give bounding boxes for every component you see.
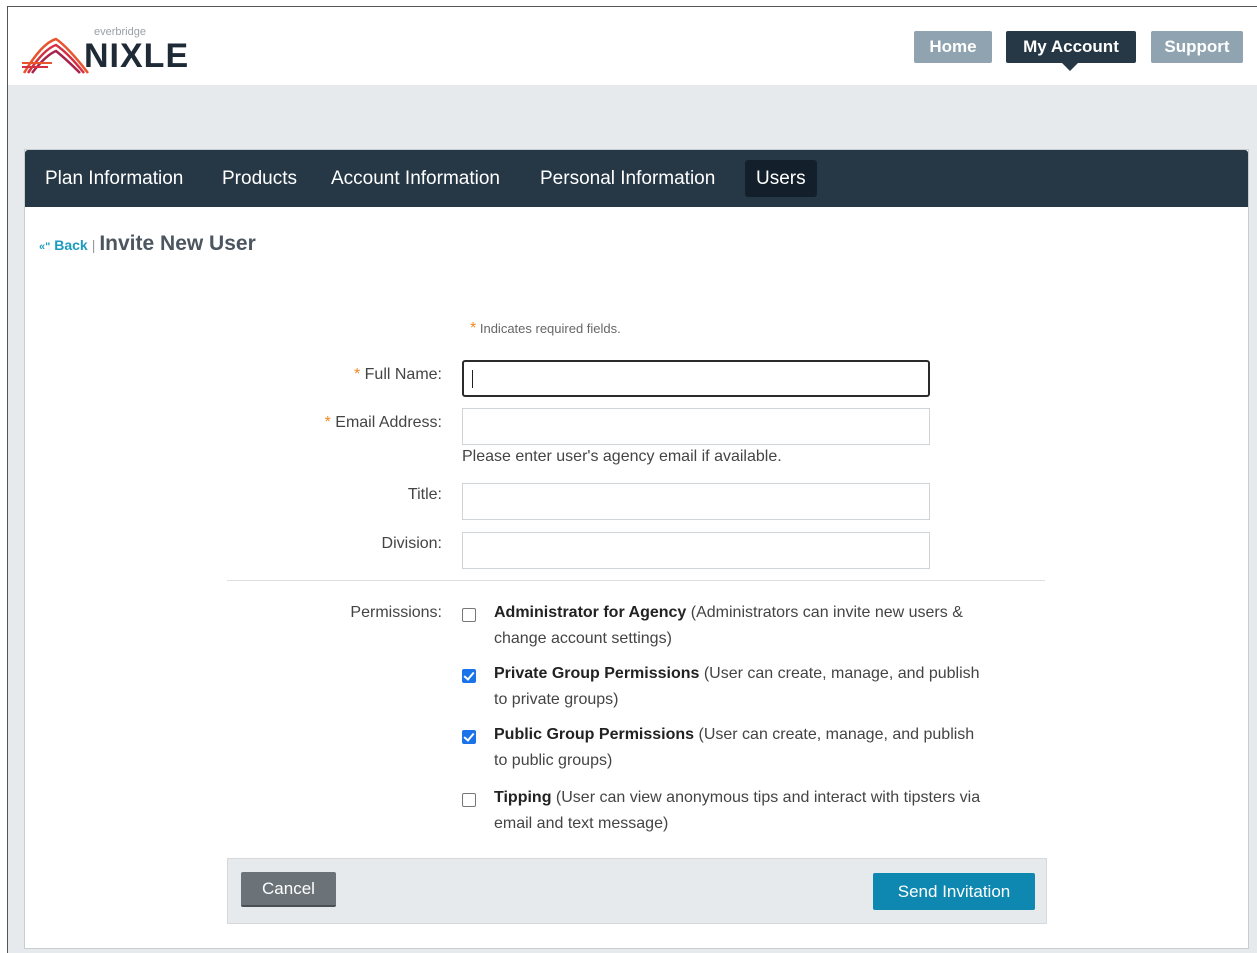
permission-public-desc-2: to public groups) bbox=[494, 752, 613, 769]
permission-admin-desc-1: (Administrators can invite new users & bbox=[686, 604, 963, 621]
private-group-checkbox[interactable] bbox=[462, 669, 476, 683]
required-star-icon: * bbox=[353, 366, 361, 383]
email-hint: Please enter user's agency email if avai… bbox=[462, 448, 782, 465]
my-account-button[interactable]: My Account bbox=[1006, 31, 1136, 71]
full-name-input[interactable] bbox=[462, 360, 930, 397]
permission-admin: Administrator for Agency (Administrators… bbox=[462, 604, 1042, 652]
title-label: Title: bbox=[407, 486, 442, 503]
permission-private-title: Private Group Permissions bbox=[494, 665, 700, 682]
title-input[interactable] bbox=[462, 483, 930, 520]
permission-public-text: Public Group Permissions (User can creat… bbox=[494, 722, 974, 774]
required-note-text: Indicates required fields. bbox=[479, 321, 621, 336]
permission-admin-desc-2: change account settings) bbox=[494, 630, 672, 647]
back-arrow-icon: «" bbox=[39, 241, 51, 253]
tipping-checkbox[interactable] bbox=[462, 793, 476, 807]
app-frame: everbridge NIXLE Home My Account Support… bbox=[7, 6, 1257, 953]
permissions-label: Permissions: bbox=[350, 604, 442, 621]
breadcrumb-separator: | bbox=[91, 237, 96, 253]
tab-personal-information[interactable]: Personal Information bbox=[540, 160, 715, 197]
permission-tipping-title: Tipping bbox=[494, 789, 552, 806]
content-card: Plan Information Products Account Inform… bbox=[24, 149, 1249, 949]
top-bar: everbridge NIXLE Home My Account Support bbox=[8, 7, 1257, 85]
permission-private-desc-1: (User can create, manage, and publish bbox=[699, 665, 980, 682]
tab-bar: Plan Information Products Account Inform… bbox=[25, 150, 1248, 207]
permission-tipping: Tipping (User can view anonymous tips an… bbox=[462, 789, 1042, 837]
permission-public-group: Public Group Permissions (User can creat… bbox=[462, 726, 1042, 774]
logo-mark-icon bbox=[22, 37, 89, 74]
tab-plan-information[interactable]: Plan Information bbox=[45, 160, 183, 197]
send-invitation-button[interactable]: Send Invitation bbox=[873, 873, 1035, 910]
email-label-text: Email Address: bbox=[335, 414, 442, 431]
required-note: * Indicates required fields. bbox=[470, 320, 621, 338]
permission-public-title: Public Group Permissions bbox=[494, 726, 695, 743]
permission-private-text: Private Group Permissions (User can crea… bbox=[494, 661, 980, 713]
back-link[interactable]: «" Back bbox=[39, 237, 88, 253]
back-label: Back bbox=[54, 237, 88, 253]
nixle-logo[interactable]: everbridge NIXLE bbox=[22, 25, 192, 75]
permission-private-group: Private Group Permissions (User can crea… bbox=[462, 665, 1042, 713]
page-title: Invite New User bbox=[99, 232, 256, 255]
breadcrumb: «" Back | Invite New User bbox=[39, 232, 256, 256]
form-footer: Cancel Send Invitation bbox=[227, 858, 1047, 924]
division-label: Division: bbox=[381, 535, 442, 552]
support-button[interactable]: Support bbox=[1151, 31, 1243, 63]
division-input[interactable] bbox=[462, 532, 930, 569]
full-name-label: * Full Name: bbox=[142, 366, 442, 384]
tab-products[interactable]: Products bbox=[222, 160, 297, 197]
admin-checkbox[interactable] bbox=[462, 608, 476, 622]
permission-tipping-desc-1: (User can view anonymous tips and intera… bbox=[551, 789, 981, 806]
tab-account-information[interactable]: Account Information bbox=[331, 160, 500, 197]
permission-tipping-text: Tipping (User can view anonymous tips an… bbox=[494, 785, 980, 837]
permission-tipping-desc-2: email and text message) bbox=[494, 815, 669, 832]
required-star-icon: * bbox=[470, 320, 477, 337]
email-label: * Email Address: bbox=[142, 414, 442, 432]
permission-admin-title: Administrator for Agency bbox=[494, 604, 687, 621]
permission-public-desc-1: (User can create, manage, and publish bbox=[694, 726, 975, 743]
email-input[interactable] bbox=[462, 408, 930, 445]
required-star-icon: * bbox=[324, 414, 331, 431]
divider bbox=[227, 580, 1045, 581]
permission-admin-text: Administrator for Agency (Administrators… bbox=[494, 600, 963, 652]
home-button[interactable]: Home bbox=[914, 31, 992, 63]
full-name-label-text: Full Name: bbox=[364, 366, 442, 383]
brand-name: NIXLE bbox=[84, 37, 190, 75]
permission-private-desc-2: to private groups) bbox=[494, 691, 619, 708]
public-group-checkbox[interactable] bbox=[462, 730, 476, 744]
cancel-button[interactable]: Cancel bbox=[241, 872, 336, 907]
tab-users[interactable]: Users bbox=[745, 160, 817, 197]
